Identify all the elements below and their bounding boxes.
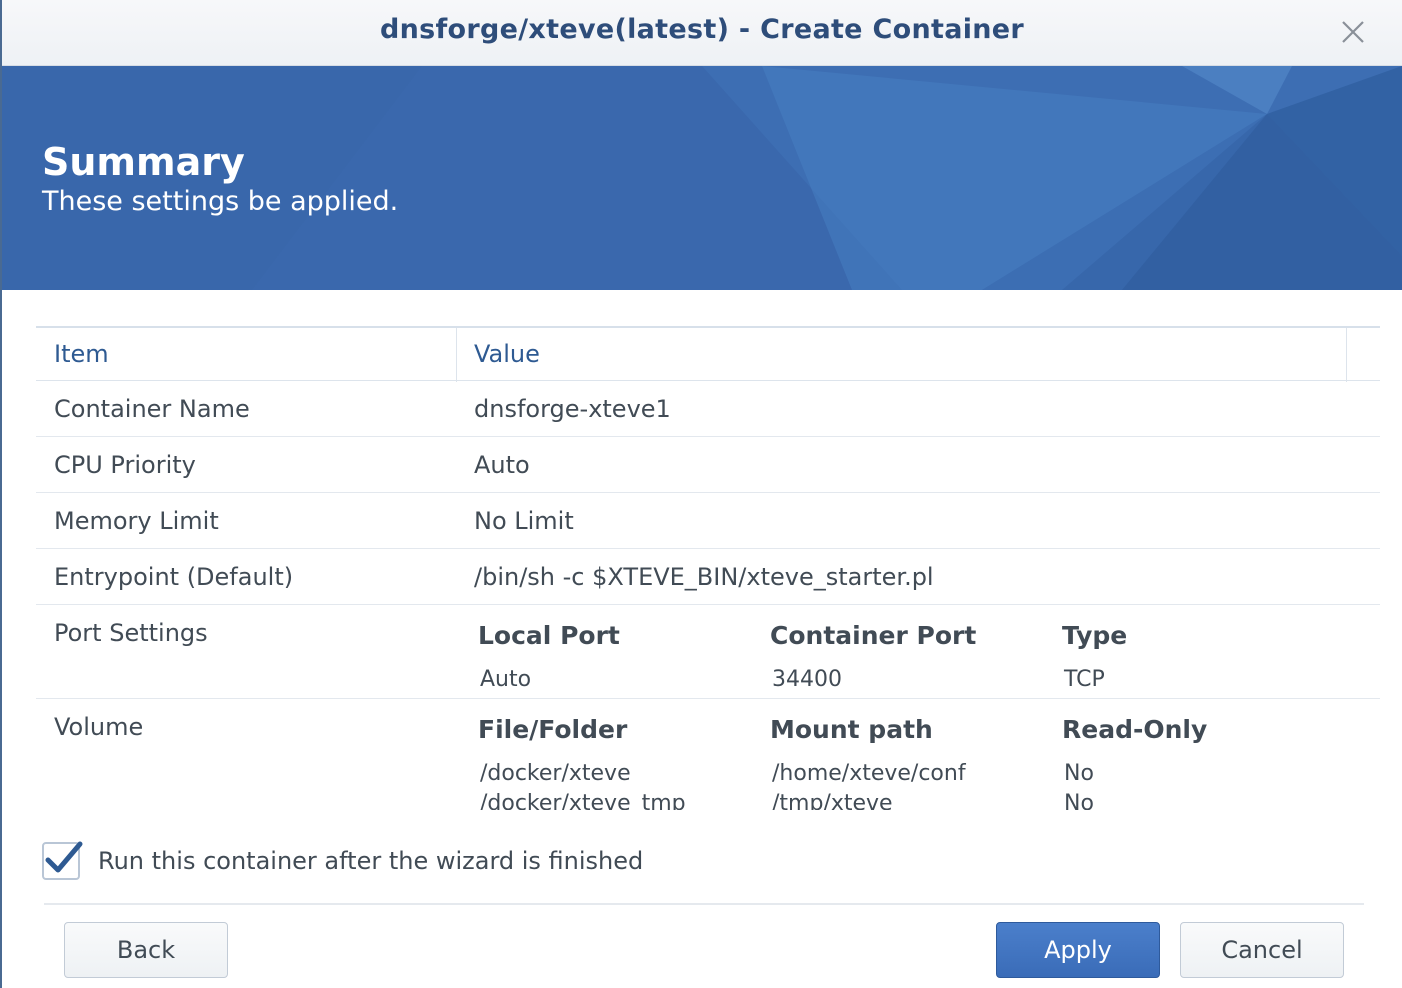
cancel-button[interactable]: Cancel — [1180, 922, 1344, 978]
volume-file: /docker/xteve — [480, 761, 631, 786]
table-header: Item Value — [36, 326, 1380, 382]
port-type-value: TCP — [1064, 667, 1105, 692]
footer-divider — [44, 903, 1364, 905]
container-port-value: 34400 — [772, 667, 842, 692]
row-item: Memory Limit — [54, 507, 219, 535]
run-after-checkbox[interactable] — [42, 841, 83, 880]
read-only-header: Read-Only — [1062, 715, 1208, 744]
table-row: Entrypoint (Default) /bin/sh -c $XTEVE_B… — [36, 549, 1380, 605]
row-value: No Limit — [474, 507, 574, 535]
summary-subtitle: These settings be applied. — [42, 186, 399, 217]
type-header: Type — [1062, 621, 1128, 650]
volume-mount: /tmp/xteve — [772, 791, 893, 810]
local-port-value: Auto — [480, 667, 532, 692]
column-divider — [1346, 328, 1347, 382]
summary-banner: Summary These settings be applied. — [2, 66, 1402, 290]
column-divider — [456, 328, 457, 382]
column-header-item[interactable]: Item — [54, 340, 109, 368]
volume-readonly: No — [1064, 791, 1094, 810]
row-item: Container Name — [54, 395, 250, 423]
table-row: Memory Limit No Limit — [36, 493, 1380, 549]
summary-heading: Summary — [42, 140, 245, 184]
back-button[interactable]: Back — [64, 922, 228, 978]
port-settings-row: Port Settings Local Port Container Port … — [36, 605, 1380, 699]
summary-table[interactable]: Item Value Container Name dnsforge-xteve… — [36, 326, 1380, 810]
local-port-header: Local Port — [478, 621, 620, 650]
row-item: Volume — [54, 713, 144, 741]
row-item: CPU Priority — [54, 451, 196, 479]
table-row: Container Name dnsforge-xteve1 — [36, 381, 1380, 437]
volume-readonly: No — [1064, 761, 1094, 786]
close-icon[interactable] — [1338, 17, 1368, 47]
row-item: Port Settings — [54, 619, 208, 647]
checkmark-icon — [45, 841, 83, 873]
column-header-value[interactable]: Value — [474, 340, 540, 368]
run-after-label[interactable]: Run this container after the wizard is f… — [98, 847, 643, 875]
file-folder-header: File/Folder — [478, 715, 628, 744]
create-container-dialog: dnsforge/xteve(latest) - Create Containe… — [0, 0, 1402, 988]
row-value: Auto — [474, 451, 530, 479]
apply-button[interactable]: Apply — [996, 922, 1160, 978]
volume-file: /docker/xteve_tmp — [480, 791, 686, 810]
container-port-header: Container Port — [770, 621, 977, 650]
volume-mount: /home/xteve/conf — [772, 761, 966, 786]
row-item: Entrypoint (Default) — [54, 563, 294, 591]
mount-path-header: Mount path — [770, 715, 933, 744]
table-row: CPU Priority Auto — [36, 437, 1380, 493]
row-value: /bin/sh -c $XTEVE_BIN/xteve_starter.pl — [474, 563, 934, 591]
row-value: dnsforge-xteve1 — [474, 395, 671, 423]
title-bar: dnsforge/xteve(latest) - Create Containe… — [2, 0, 1402, 66]
volume-row: Volume File/Folder Mount path Read-Only … — [36, 699, 1380, 810]
window-title: dnsforge/xteve(latest) - Create Containe… — [379, 14, 1025, 45]
